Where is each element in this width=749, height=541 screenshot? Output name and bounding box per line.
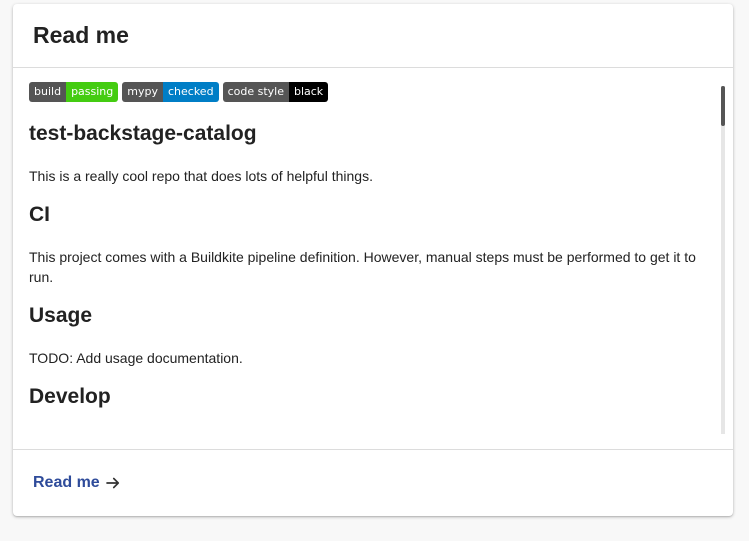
build-status-badge[interactable]: build passing bbox=[29, 82, 119, 102]
scrollbar-thumb[interactable] bbox=[721, 86, 725, 126]
read-me-link[interactable]: Read me bbox=[33, 474, 122, 492]
readme-markdown: build passing mypy checked code style bl… bbox=[29, 82, 711, 433]
card-header: Read me bbox=[13, 4, 733, 68]
arrow-right-icon bbox=[105, 477, 119, 489]
code-style-badge[interactable]: code style black bbox=[222, 82, 329, 102]
usage-heading: Usage bbox=[29, 304, 93, 327]
readme-card: Read me build passing mypy checked code … bbox=[13, 4, 733, 516]
ci-heading: CI bbox=[29, 203, 50, 226]
badge-label: build bbox=[29, 82, 67, 102]
card-footer: Read me bbox=[13, 450, 733, 516]
badge-value: passing bbox=[66, 82, 119, 102]
badge-value: checked bbox=[162, 82, 219, 102]
readme-title: test-backstage-catalog bbox=[29, 122, 257, 145]
scrollbar-track[interactable] bbox=[721, 86, 725, 434]
badge-label: mypy bbox=[122, 82, 163, 102]
ci-text: This project comes with a Buildkite pipe… bbox=[29, 249, 696, 285]
readme-intro: This is a really cool repo that does lot… bbox=[29, 168, 373, 184]
badge-row: build passing mypy checked code style bl… bbox=[29, 82, 711, 102]
read-me-link-label: Read me bbox=[33, 474, 100, 491]
card-title: Read me bbox=[33, 22, 129, 48]
develop-heading: Develop bbox=[29, 385, 111, 408]
mypy-badge[interactable]: mypy checked bbox=[122, 82, 219, 102]
readme-content-area[interactable]: build passing mypy checked code style bl… bbox=[13, 68, 733, 450]
badge-label: code style bbox=[222, 82, 289, 102]
badge-value: black bbox=[288, 82, 329, 102]
usage-text: TODO: Add usage documentation. bbox=[29, 350, 243, 366]
